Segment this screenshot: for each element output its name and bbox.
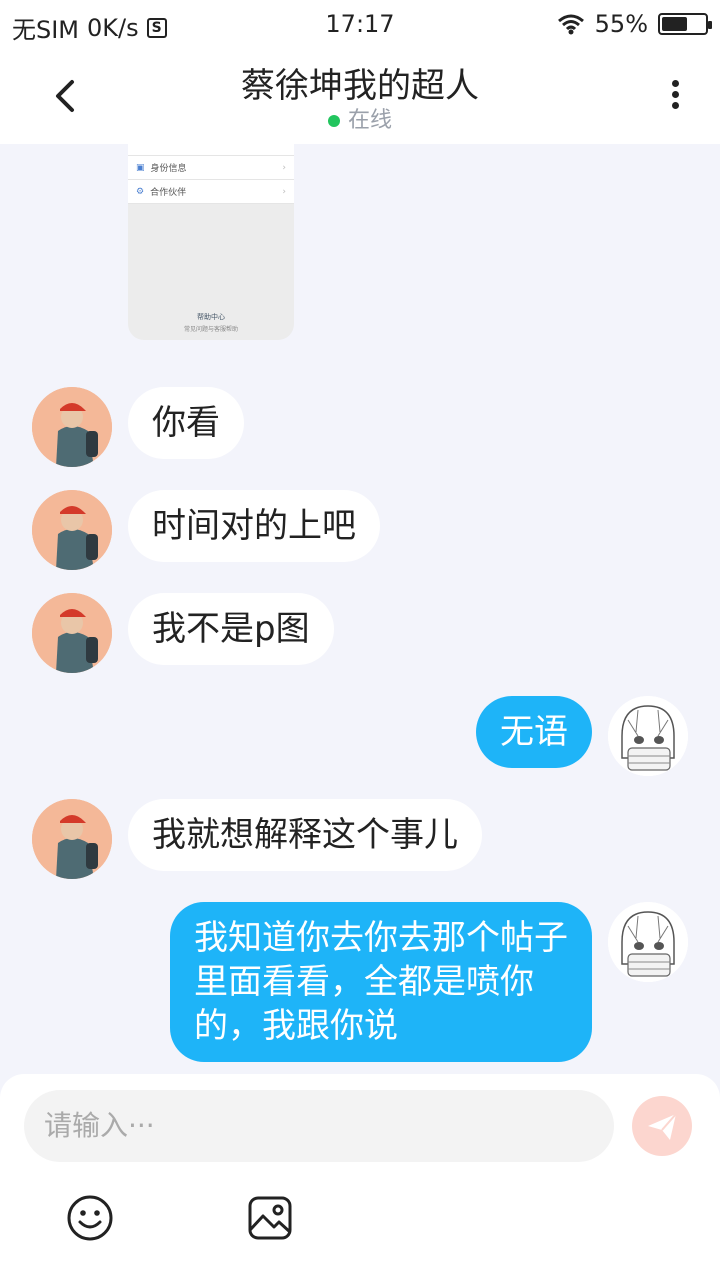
avatar[interactable] — [32, 593, 112, 673]
message-bubble[interactable]: 无语 — [476, 696, 592, 768]
message-bubble[interactable]: 我就想解释这个事儿 — [128, 799, 482, 871]
battery-percent: 55% — [594, 10, 648, 38]
avatar[interactable] — [608, 902, 688, 982]
screenshot-help-sub: 常见问题与客服帮助 — [183, 326, 238, 333]
message-bubble[interactable]: 你看 — [128, 387, 244, 459]
message-bubble[interactable]: 时间对的上吧 — [128, 490, 380, 562]
online-status: 在线 — [0, 102, 720, 134]
avatar[interactable] — [32, 490, 112, 570]
message-line: 我知道你去你去那个帖子 — [194, 918, 568, 958]
screenshot-row-label: 身份信息 — [150, 164, 187, 174]
status-bar: 无SIM 0K/s S 17:17 55% — [0, 0, 720, 50]
message-line: 的，我跟你说 — [194, 1006, 398, 1046]
avatar[interactable] — [32, 799, 112, 879]
send-button[interactable] — [632, 1096, 692, 1156]
message-row-other: 你看 — [32, 387, 244, 467]
screenshot-row-label: 合作伙伴 — [150, 188, 187, 198]
screenshot-image-message[interactable]: ▣ 身份信息 › ⚙ 合作伙伴 › 帮助中心 常见问题与客服帮助 — [128, 144, 294, 340]
message-line: 里面看看，全都是喷你 — [194, 962, 534, 1002]
message-row-other: 我不是p图 — [32, 593, 334, 673]
send-icon — [648, 1113, 677, 1140]
composer: 请输入··· — [0, 1074, 720, 1280]
message-row-me: 我知道你去你去那个帖子 里面看看，全都是喷你 的，我跟你说 — [170, 902, 688, 1062]
message-row-other: 我就想解释这个事儿 — [32, 799, 482, 879]
message-bubble[interactable]: 我不是p图 — [128, 593, 334, 665]
message-input[interactable]: 请输入··· — [24, 1090, 614, 1162]
avatar[interactable] — [32, 387, 112, 467]
status-right: 55% — [557, 10, 712, 38]
screenshot-row: ▣ 身份信息 › — [128, 156, 294, 180]
screenshot-row: ⚙ 合作伙伴 › — [128, 180, 294, 204]
message-row-other: 时间对的上吧 — [32, 490, 380, 570]
more-vertical-icon[interactable] — [660, 76, 690, 116]
emoji-icon[interactable] — [66, 1194, 114, 1242]
message-row-me: 无语 — [476, 696, 688, 776]
screenshot-help-title: 帮助中心 — [197, 313, 225, 321]
online-label: 在线 — [347, 108, 392, 133]
image-icon[interactable] — [246, 1194, 294, 1242]
online-dot-icon — [327, 115, 340, 127]
message-list[interactable]: ▣ 身份信息 › ⚙ 合作伙伴 › 帮助中心 常见问题与客服帮助 你看 时间对的上吧 我… — [0, 144, 720, 1074]
wifi-icon — [557, 14, 584, 35]
chat-header: 蔡徐坤我的超人 在线 — [0, 50, 720, 144]
avatar[interactable] — [608, 696, 688, 776]
battery-icon — [658, 13, 712, 35]
chat-title: 蔡徐坤我的超人 — [241, 66, 479, 106]
message-bubble[interactable]: 我知道你去你去那个帖子 里面看看，全都是喷你 的，我跟你说 — [170, 902, 592, 1062]
